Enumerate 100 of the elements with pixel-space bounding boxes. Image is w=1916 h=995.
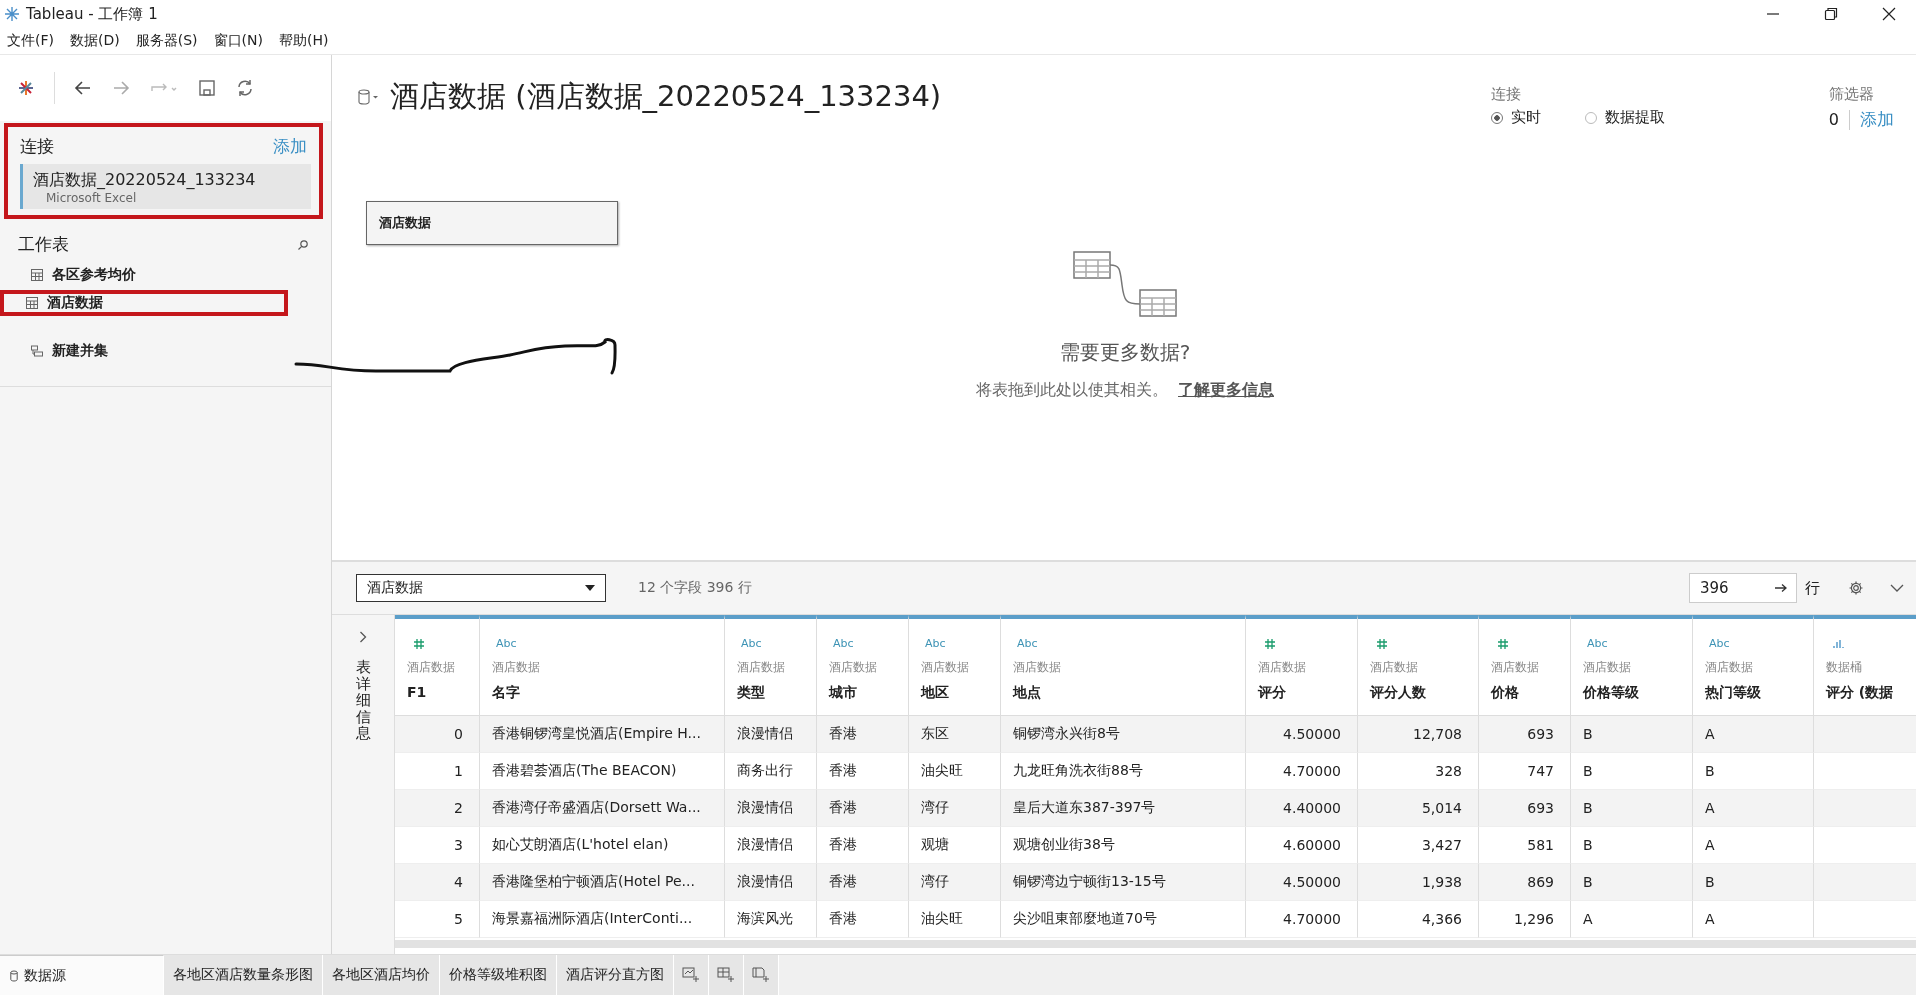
sheet-tab[interactable]: 酒店评分直方图 bbox=[557, 955, 674, 995]
column-source: 酒店数据 bbox=[1013, 659, 1061, 676]
hint-title: 需要更多数据? bbox=[1059, 339, 1191, 366]
add-filter-link[interactable]: 添加 bbox=[1860, 108, 1894, 131]
database-icon[interactable] bbox=[358, 89, 380, 105]
table-cell: 747 bbox=[1527, 763, 1554, 779]
close-icon[interactable] bbox=[1882, 7, 1896, 21]
menu-item[interactable]: 服务器(S) bbox=[135, 32, 198, 50]
details-label[interactable]: 表详细信息 bbox=[355, 659, 371, 742]
menu-item[interactable]: 文件(F) bbox=[7, 32, 54, 50]
table-cell: 香港 bbox=[829, 762, 857, 780]
table-cell: 东区 bbox=[921, 725, 949, 743]
table-cell: 4.50000 bbox=[1283, 726, 1341, 742]
table-cell: 香港 bbox=[829, 725, 857, 743]
column-name: 价格等级 bbox=[1583, 684, 1639, 702]
new-sheet-button[interactable] bbox=[674, 955, 709, 995]
column-name: 地点 bbox=[1013, 684, 1041, 702]
table-cell: B bbox=[1705, 874, 1715, 890]
table-cell: 湾仔 bbox=[921, 873, 949, 891]
arrow-icon bbox=[1774, 583, 1788, 593]
table-cell: 4.40000 bbox=[1283, 800, 1341, 816]
connection-item[interactable]: 酒店数据_20220524_133234 Microsoft Excel bbox=[20, 164, 311, 209]
tab-label: 价格等级堆积图 bbox=[449, 966, 547, 984]
tableau-logo-icon[interactable] bbox=[16, 78, 36, 98]
caret-icon bbox=[585, 585, 595, 591]
table-cell: 5 bbox=[454, 911, 463, 927]
radio-option[interactable]: 实时 bbox=[1490, 108, 1541, 127]
radio-option[interactable]: 数据提取 bbox=[1584, 108, 1665, 127]
horizontal-scrollbar[interactable] bbox=[395, 940, 1916, 948]
sheet-tab[interactable]: 各地区酒店数量条形图 bbox=[164, 955, 323, 995]
menu-item[interactable]: 窗口(N) bbox=[213, 32, 263, 50]
sheet-item[interactable]: 各区参考均价 bbox=[1, 262, 261, 288]
table-cell: A bbox=[1705, 726, 1715, 742]
restore-icon[interactable] bbox=[1824, 7, 1838, 21]
refresh-icon[interactable] bbox=[235, 78, 255, 98]
new-story-icon bbox=[752, 967, 770, 983]
new-union-link[interactable]: 新建并集 bbox=[52, 342, 108, 360]
table-cell: 12,708 bbox=[1413, 726, 1462, 742]
filter-count: 0 bbox=[1828, 110, 1839, 129]
expand-icon[interactable] bbox=[359, 631, 367, 643]
column-name: 评分 bbox=[1258, 684, 1286, 702]
sheet-tab[interactable]: 价格等级堆积图 bbox=[440, 955, 557, 995]
table-cell: B bbox=[1583, 726, 1593, 742]
table-cell: 3,427 bbox=[1421, 837, 1462, 853]
column-source: 酒店数据 bbox=[492, 659, 540, 676]
table-cell: 海景嘉福洲际酒店(InterConti... bbox=[492, 910, 693, 928]
table-cell: 香港隆堡柏宁顿酒店(Hotel Pe... bbox=[492, 873, 695, 891]
table-cell: 香港 bbox=[829, 873, 857, 891]
string-type-label: Abc bbox=[925, 637, 946, 651]
table-cell: 尖沙咀東部麼地道70号 bbox=[1013, 910, 1157, 928]
menu-item[interactable]: 数据(D) bbox=[70, 32, 120, 50]
table-node[interactable]: 酒店数据 bbox=[366, 201, 618, 245]
search-icon[interactable] bbox=[297, 238, 309, 251]
table-cell: 香港 bbox=[829, 836, 857, 854]
new-sheet-icon bbox=[682, 967, 700, 983]
chevron-down-icon[interactable] bbox=[1890, 584, 1904, 592]
menu-item[interactable]: 帮助(H) bbox=[278, 32, 329, 50]
table-cell: 4 bbox=[454, 874, 463, 890]
sheet-tab[interactable]: 各地区酒店均价 bbox=[323, 955, 440, 995]
table-cell: 铜锣湾边宁顿街13-15号 bbox=[1013, 873, 1166, 891]
datasource-title: 酒店数据 (酒店数据_20220524_133234) bbox=[390, 78, 942, 115]
column-source: 数据桶 bbox=[1826, 659, 1862, 676]
save-icon[interactable] bbox=[197, 78, 217, 98]
table-icon bbox=[31, 269, 43, 281]
sheet-item[interactable]: 酒店数据 bbox=[0, 290, 288, 316]
column-source: 酒店数据 bbox=[1258, 659, 1306, 676]
rows-input[interactable]: 396 bbox=[1689, 573, 1797, 603]
tab-label: 酒店评分直方图 bbox=[566, 966, 664, 984]
sheet-name: 各区参考均价 bbox=[52, 266, 136, 284]
tab-label: 各地区酒店均价 bbox=[332, 966, 430, 984]
column-source: 酒店数据 bbox=[1370, 659, 1418, 676]
table-cell: A bbox=[1705, 837, 1715, 853]
settings-icon[interactable] bbox=[1848, 580, 1864, 596]
table-cell: 浪漫情侣 bbox=[737, 799, 793, 817]
learn-more-link[interactable]: 了解更多信息 bbox=[1178, 380, 1274, 401]
table-cell: A bbox=[1705, 800, 1715, 816]
string-type-label: Abc bbox=[1709, 637, 1730, 651]
table-cell: 4.60000 bbox=[1283, 837, 1341, 853]
tab-label: 各地区酒店数量条形图 bbox=[173, 966, 313, 984]
column-source: 酒店数据 bbox=[921, 659, 969, 676]
column-name: 评分人数 bbox=[1370, 684, 1426, 702]
table-cell: 4.50000 bbox=[1283, 874, 1341, 890]
table-select[interactable]: 酒店数据 bbox=[356, 574, 606, 602]
new-dashboard-button[interactable] bbox=[709, 955, 744, 995]
table-cell: 581 bbox=[1527, 837, 1554, 853]
number-type-icon bbox=[1497, 637, 1509, 651]
table-cell: 1,296 bbox=[1513, 911, 1554, 927]
connection-label: 连接 bbox=[1490, 85, 1522, 104]
column-source: 酒店数据 bbox=[829, 659, 877, 676]
new-story-button[interactable] bbox=[744, 955, 779, 995]
window-title: Tableau - 工作簿 1 bbox=[26, 4, 158, 24]
table-cell: 328 bbox=[1435, 763, 1462, 779]
rows-label: 行 bbox=[1805, 578, 1820, 598]
sheet-tab[interactable]: 数据源 bbox=[0, 955, 164, 995]
column-source: 酒店数据 bbox=[407, 659, 455, 676]
table-cell: B bbox=[1583, 874, 1593, 890]
table-cell: 油尖旺 bbox=[921, 762, 963, 780]
column-name: 热门等级 bbox=[1705, 684, 1761, 702]
table-cell: 5,014 bbox=[1421, 800, 1462, 816]
filters-label: 筛选器 bbox=[1828, 85, 1875, 104]
